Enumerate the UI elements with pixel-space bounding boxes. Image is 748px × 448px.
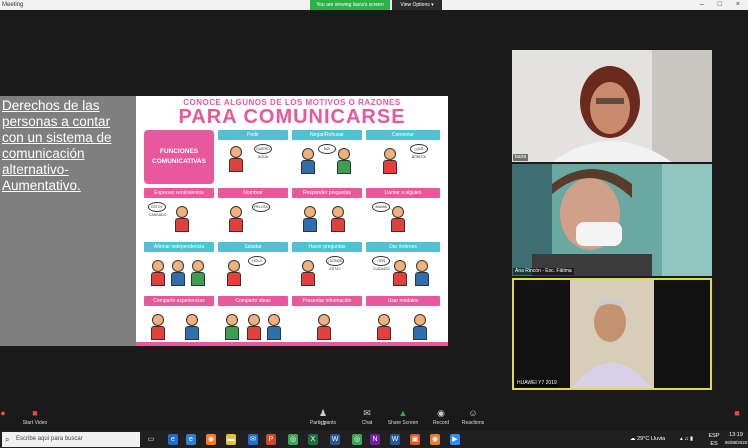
task-view-icon[interactable]: ▭ xyxy=(146,434,156,445)
file-explorer-icon[interactable]: ▬ xyxy=(226,434,236,445)
label-nombrar: Nombrar xyxy=(218,188,288,198)
edge-icon[interactable]: e xyxy=(168,434,178,445)
video-camera-off-icon: ■ xyxy=(32,408,38,418)
reactions-button[interactable]: ☺ Reactions xyxy=(448,408,498,427)
leave-icon: ■ xyxy=(734,408,740,418)
share-screen-icon: ▲ xyxy=(398,408,408,418)
infographic-title: PARA COMUNICARSE xyxy=(178,106,406,128)
leave-button[interactable]: ■ xyxy=(712,409,748,420)
app-icon[interactable]: ▣ xyxy=(410,434,420,445)
window-title: Meeting xyxy=(2,2,24,8)
label-negar: Negar/Rehusar xyxy=(292,130,362,140)
start-video-button[interactable]: ■ Start Video xyxy=(10,408,60,427)
functions-box: FUNCIONES COMUNICATIVAS xyxy=(144,130,214,184)
slide-side-panel: Derechos de las personas a contar con un… xyxy=(0,96,136,346)
record-icon: ◉ xyxy=(437,408,445,418)
label-afirmar: Afirmar independencia xyxy=(144,242,214,252)
firefox-icon[interactable]: ◉ xyxy=(206,434,216,445)
onenote-icon[interactable]: N xyxy=(370,434,380,445)
illustration-pedir: QUIERO AGUA xyxy=(220,142,286,182)
label-responder: Responder preguntas xyxy=(292,188,362,198)
participant-video xyxy=(512,164,712,276)
illustration-llamar: ¡MAMÁ! xyxy=(370,200,436,240)
illustration-nombrar: PELOTA xyxy=(220,200,286,240)
chrome-icon[interactable]: ◎ xyxy=(288,434,298,445)
weather-status[interactable]: ☁ 29°C Lluvia xyxy=(630,435,665,443)
label-modales: Usar modales xyxy=(366,296,440,306)
search-icon: ⌕ xyxy=(5,435,10,444)
participant-name: HUAWEI Y7 2019 xyxy=(515,380,559,387)
chrome-icon-2[interactable]: ◎ xyxy=(352,434,362,445)
video-tile-ana[interactable]: Ana Rincón - Esc. Fátima xyxy=(512,164,712,276)
zoom-meeting-window: Meeting – □ × You are viewing laura's sc… xyxy=(0,0,748,448)
participant-video xyxy=(512,50,712,162)
illustration-afirmar xyxy=(146,254,212,294)
illustration-saludar: HOLA xyxy=(220,254,286,294)
participant-name: laura xyxy=(513,154,529,161)
illustration-negar: NO! xyxy=(294,142,360,182)
label-presentar: Presentar información xyxy=(292,296,362,306)
illustration-comentar: ¿QUÉ BONITO! xyxy=(370,142,436,182)
video-tile-huawei[interactable]: HUAWEI Y7 2019 xyxy=(512,278,712,390)
video-tile-laura[interactable]: laura xyxy=(512,50,712,162)
infographic: CONOCE ALGUNOS DE LOS MOTIVOS O RAZONES … xyxy=(136,96,448,346)
label-hacer-preguntas: Hacer preguntas xyxy=(292,242,362,252)
window-controls[interactable]: – □ × xyxy=(700,0,746,10)
participants-button[interactable]: ♟ 12 Participants xyxy=(298,408,348,428)
illustration-responder xyxy=(294,200,360,240)
illustration-dar-ordenes: ¡TEN CUIDADO! xyxy=(370,254,436,294)
zoom-icon[interactable]: ▶ xyxy=(450,434,460,445)
powerpoint-icon[interactable]: P xyxy=(266,434,276,445)
illustration-expresar: ESTOY CANSADO xyxy=(146,200,212,240)
label-expresar: Expresar sentimientos xyxy=(144,188,214,198)
infographic-bottom-strip xyxy=(136,342,448,346)
view-options-button[interactable]: View Options ▾ xyxy=(392,0,442,10)
taskbar-search-box[interactable]: ⌕ Escribe aquí para buscar xyxy=(2,432,140,447)
label-compartir-ideas: Compartir ideas xyxy=(218,296,288,306)
chat-icon: ✉ xyxy=(363,408,371,418)
label-compartir-experiencias: Compartir experiencias xyxy=(144,296,214,306)
shared-screen: Derechos de las personas a contar con un… xyxy=(0,96,448,346)
ie-icon[interactable]: e xyxy=(186,434,196,445)
microphone-icon: ● xyxy=(0,408,6,418)
browser-icon[interactable]: ◉ xyxy=(430,434,440,445)
excel-icon[interactable]: X xyxy=(308,434,318,445)
label-comentar: Comentar xyxy=(366,130,440,140)
label-llamar: Llamar a alguien xyxy=(366,188,440,198)
meeting-toolbar: ● ■ Start Video ♟ 12 Participants ✉ Chat… xyxy=(0,407,748,431)
word-icon[interactable]: W xyxy=(330,434,340,445)
illustration-hacer-preguntas: ¿DÓNDE ESTÁ? xyxy=(294,254,360,294)
participant-video xyxy=(514,280,710,388)
slide-side-text: Derechos de las personas a contar con un… xyxy=(2,98,112,193)
label-dar-ordenes: Dar órdenes xyxy=(366,242,440,252)
word-icon-2[interactable]: W xyxy=(390,434,400,445)
label-pedir: Pedir xyxy=(218,130,288,140)
windows-taskbar: ⌕ Escribe aquí para buscar ▭ e e ◉ ▬ ✉ P… xyxy=(0,431,748,448)
tray-icons[interactable]: ▴ ♫ ▮ xyxy=(680,435,693,443)
mail-icon[interactable]: ✉ xyxy=(248,434,258,445)
participant-name: Ana Rincón - Esc. Fátima xyxy=(513,268,574,275)
participants-icon: ♟ 12 xyxy=(318,408,328,428)
clock[interactable]: 13:19 06/08/2020 xyxy=(724,431,748,447)
label-saludar: Saludar xyxy=(218,242,288,252)
input-language[interactable]: ESP ES xyxy=(708,432,720,448)
viewing-banner: You are viewing laura's screen xyxy=(310,0,390,10)
reactions-icon: ☺ xyxy=(468,408,478,418)
